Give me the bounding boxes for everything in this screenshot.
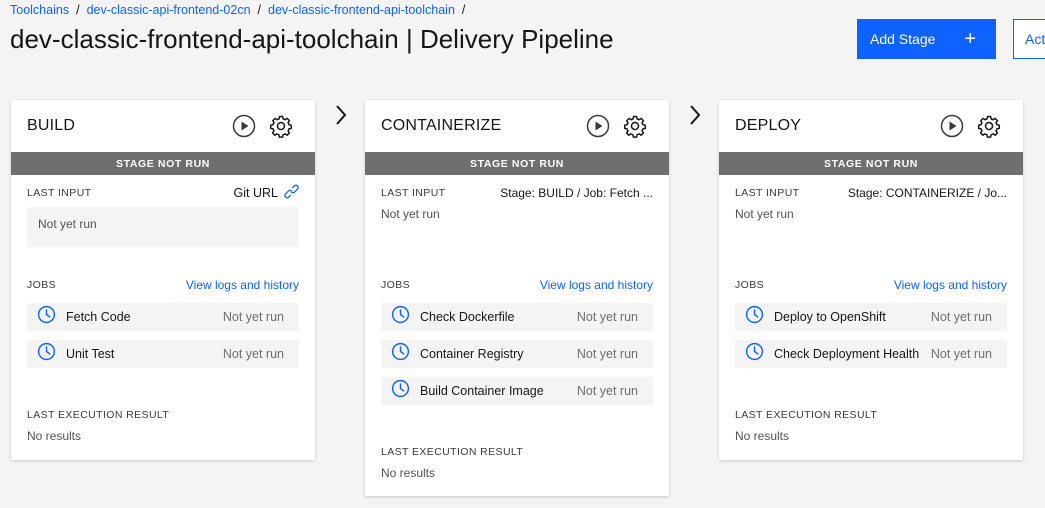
job-row[interactable]: Check Dockerfile Not yet run: [381, 303, 653, 331]
job-row[interactable]: Fetch Code Not yet run: [27, 303, 299, 331]
stage-header: DEPLOY: [719, 100, 1023, 152]
stage-header: CONTAINERIZE: [365, 100, 669, 152]
clock-icon: [745, 342, 764, 366]
last-input-label: LAST INPUT: [381, 187, 446, 199]
last-input-label: LAST INPUT: [27, 187, 92, 199]
clock-icon: [37, 342, 56, 366]
link-icon: [284, 184, 299, 202]
last-execution-result-label: LAST EXECUTION RESULT: [381, 446, 524, 458]
actions-button[interactable]: Act: [1013, 19, 1045, 59]
git-url-link[interactable]: Git URL: [234, 184, 299, 202]
clock-icon: [745, 305, 764, 329]
stage-title: BUILD: [27, 117, 76, 134]
add-stage-label: Add Stage: [870, 31, 936, 47]
job-row[interactable]: Container Registry Not yet run: [381, 340, 653, 368]
chevron-right-icon: [688, 104, 702, 126]
job-status: Not yet run: [222, 347, 284, 361]
job-name: Check Dockerfile: [420, 310, 515, 324]
job-row[interactable]: Deploy to OpenShift Not yet run: [735, 303, 1007, 331]
stage-status-bar: STAGE NOT RUN: [11, 152, 315, 175]
last-input-value: Not yet run: [735, 207, 794, 221]
pipeline-page: Toolchains / dev-classic-api-frontend-02…: [0, 0, 1045, 508]
stage-settings-gear-icon[interactable]: [623, 114, 647, 138]
jobs-label: JOBS: [381, 279, 411, 291]
run-stage-icon[interactable]: [940, 114, 964, 138]
clock-icon: [391, 342, 410, 366]
job-name: Fetch Code: [66, 310, 131, 324]
job-status: Not yet run: [576, 347, 638, 361]
add-stage-button[interactable]: Add Stage +: [857, 19, 996, 59]
job-status: Not yet run: [222, 310, 284, 324]
stage-settings-gear-icon[interactable]: [269, 114, 293, 138]
last-execution-result-label: LAST EXECUTION RESULT: [27, 409, 170, 421]
breadcrumb-toolchains[interactable]: Toolchains: [10, 3, 69, 17]
clock-icon: [37, 305, 56, 329]
stage-card-containerize: CONTAINERIZE STAGE NOT RUN LAST INPUT St…: [365, 100, 669, 496]
view-logs-link[interactable]: View logs and history: [894, 278, 1007, 292]
stage-title: CONTAINERIZE: [381, 117, 502, 134]
breadcrumb-separator: /: [76, 3, 80, 17]
clock-icon: [391, 379, 410, 403]
breadcrumb: Toolchains / dev-classic-api-frontend-02…: [10, 3, 472, 17]
last-execution-result-value: No results: [381, 466, 436, 480]
last-input-label: LAST INPUT: [735, 187, 800, 199]
page-title: dev-classic-frontend-api-toolchain | Del…: [10, 24, 614, 54]
clock-icon: [391, 305, 410, 329]
job-row[interactable]: Unit Test Not yet run: [27, 340, 299, 368]
breadcrumb-separator: /: [257, 3, 262, 17]
job-name: Deploy to OpenShift: [774, 310, 886, 324]
job-name: Container Registry: [420, 347, 524, 361]
last-execution-result-value: No results: [735, 429, 790, 443]
breadcrumb-toolchain[interactable]: dev-classic-frontend-api-toolchain: [268, 3, 455, 17]
stage-card-build: BUILD STAGE NOT RUN LAST INPUT Git URL N…: [11, 100, 315, 460]
last-input-source: Stage: BUILD / Job: Fetch ...: [500, 186, 653, 200]
job-name: Check Deployment Health: [774, 347, 920, 361]
run-stage-icon[interactable]: [232, 114, 256, 138]
stage-status-bar: STAGE NOT RUN: [719, 152, 1023, 175]
job-status: Not yet run: [576, 384, 638, 398]
stage-card-deploy: DEPLOY STAGE NOT RUN LAST INPUT Stage: C…: [719, 100, 1023, 460]
breadcrumb-separator: /: [461, 3, 466, 17]
stage-status-bar: STAGE NOT RUN: [365, 152, 669, 175]
job-name: Build Container Image: [420, 384, 544, 398]
plus-icon: +: [964, 28, 976, 50]
jobs-label: JOBS: [27, 279, 57, 291]
job-row[interactable]: Check Deployment Health Not yet run: [735, 340, 1007, 368]
last-input-value: Not yet run: [381, 207, 440, 221]
job-name: Unit Test: [66, 347, 115, 361]
breadcrumb-toolchain-group[interactable]: dev-classic-api-frontend-02cn: [87, 3, 251, 17]
stage-header: BUILD: [11, 100, 315, 152]
last-input-value: Not yet run: [27, 207, 299, 247]
run-stage-icon[interactable]: [586, 114, 610, 138]
last-execution-result-value: No results: [27, 429, 82, 443]
actions-label: Act: [1025, 31, 1045, 47]
job-status: Not yet run: [930, 310, 992, 324]
jobs-label: JOBS: [735, 279, 765, 291]
job-status: Not yet run: [576, 310, 638, 324]
last-input-source: Stage: CONTAINERIZE / Jo...: [847, 186, 1007, 200]
stage-settings-gear-icon[interactable]: [977, 114, 1001, 138]
git-url-label: Git URL: [233, 186, 278, 200]
job-row[interactable]: Build Container Image Not yet run: [381, 377, 653, 405]
chevron-right-icon: [334, 104, 348, 126]
last-execution-result-label: LAST EXECUTION RESULT: [735, 409, 878, 421]
view-logs-link[interactable]: View logs and history: [540, 278, 653, 292]
job-status: Not yet run: [930, 347, 992, 361]
view-logs-link[interactable]: View logs and history: [186, 278, 299, 292]
stage-title: DEPLOY: [735, 117, 802, 134]
